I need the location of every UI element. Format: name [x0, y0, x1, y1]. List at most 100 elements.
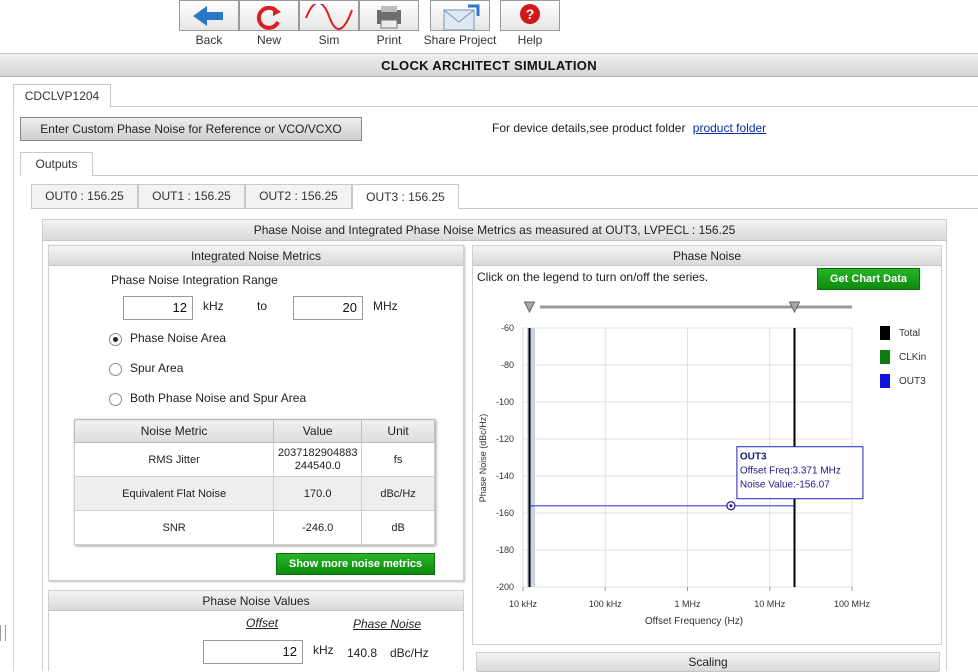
metric-unit: dB [361, 510, 435, 545]
table-header-row: Noise Metric Value Unit [73, 419, 435, 443]
legend-swatch [880, 326, 890, 340]
phase-noise-value: 140.8 [347, 646, 378, 660]
y-tick-label: -120 [496, 434, 514, 444]
scaling-panel: Scaling [476, 652, 940, 672]
left-border [13, 84, 14, 671]
metric-name: Equivalent Flat Noise [73, 476, 275, 511]
device-details-label: For device details,see product folder [492, 121, 686, 135]
custom-phase-noise-button[interactable]: Enter Custom Phase Noise for Reference o… [20, 117, 362, 141]
offset-input[interactable]: 12 [203, 640, 303, 664]
new-button[interactable] [239, 0, 299, 31]
phase-noise-chart-title: Phase Noise [473, 246, 941, 266]
range-from-input[interactable]: 12 [123, 296, 193, 320]
envelope-icon [443, 4, 480, 30]
x-tick-label: 100 MHz [834, 599, 871, 609]
tooltip-noise: Noise Value:-156.07 [740, 480, 830, 491]
tooltip-offset: Offset Freq:3.371 MHz [740, 466, 841, 477]
y-tick-label: -80 [501, 360, 514, 370]
main-panel-title: Phase Noise and Integrated Phase Noise M… [43, 220, 946, 241]
scaling-title: Scaling [477, 653, 939, 672]
radio-both-area-label: Both Phase Noise and Spur Area [130, 391, 307, 405]
radio-both-area[interactable] [109, 393, 122, 406]
resize-handle[interactable] [0, 625, 6, 641]
x-tick-label: 10 kHz [509, 599, 538, 609]
x-axis-label: Offset Frequency (Hz) [645, 616, 743, 627]
help-icon: ? [520, 4, 540, 24]
device-details-text: For device details,see product folder pr… [492, 121, 766, 135]
legend-item-out3[interactable]: OUT3 [880, 374, 926, 388]
radio-spur-area[interactable] [109, 363, 122, 376]
legend-swatch [880, 374, 890, 388]
y-tick-label: -60 [501, 323, 514, 333]
radio-spur-area-label: Spur Area [130, 361, 184, 375]
refresh-icon [256, 6, 281, 30]
y-tick-label: -200 [496, 582, 514, 592]
legend-label: CLKin [899, 352, 926, 363]
tab-out0[interactable]: OUT0 : 156.25 [31, 184, 138, 208]
metric-value-line2: 244540.0 [294, 459, 341, 472]
legend-label: OUT3 [899, 376, 926, 387]
print-label: Print [376, 33, 402, 47]
legend-label: Total [899, 328, 920, 339]
range-to-unit: MHz [373, 299, 398, 313]
phase-noise-values-title: Phase Noise Values [49, 591, 463, 611]
chart-left-band [527, 328, 535, 587]
metric-unit: dBc/Hz [361, 476, 435, 511]
metric-value: -246.0 [273, 510, 363, 545]
metric-name: SNR [73, 510, 275, 545]
out-tabs-line [31, 208, 978, 209]
y-tick-label: -180 [496, 545, 514, 555]
phase-noise-chart: 10 kHz 100 kHz 1 MHz 10 MHz 100 MHz -60 -80 -1… [478, 301, 926, 627]
print-button[interactable] [359, 0, 419, 31]
legend-hint-text: Click on the legend to turn on/off the s… [477, 270, 709, 284]
sine-wave-icon [305, 4, 353, 30]
help-button[interactable]: ? [500, 0, 560, 31]
tooltip-series: OUT3 [740, 452, 767, 463]
device-tab-line [13, 106, 978, 107]
phase-noise-header: Phase Noise [353, 617, 422, 631]
outputs-tab-line [20, 175, 978, 176]
share-project-button[interactable] [430, 0, 490, 31]
header-noise-metric: Noise Metric [73, 419, 275, 443]
back-label: Back [195, 33, 223, 47]
metric-value: 170.0 [273, 476, 363, 511]
table-row: Equivalent Flat Noise 170.0 dBc/Hz [73, 476, 435, 511]
legend-swatch [880, 350, 890, 364]
offset-header: Offset [246, 616, 279, 630]
integration-range-label: Phase Noise Integration Range [111, 273, 278, 287]
integrated-noise-title: Integrated Noise Metrics [49, 246, 463, 266]
header-unit: Unit [361, 419, 435, 443]
page-title: CLOCK ARCHITECT SIMULATION [0, 53, 978, 77]
back-button[interactable] [179, 0, 239, 31]
tab-out2[interactable]: OUT2 : 156.25 [245, 184, 352, 208]
tab-cdclvp1204[interactable]: CDCLVP1204 [13, 84, 111, 107]
tab-out3[interactable]: OUT3 : 156.25 [352, 184, 459, 209]
range-to-input[interactable]: 20 [293, 296, 363, 320]
y-axis-label: Phase Noise (dBc/Hz) [478, 414, 488, 503]
sim-label: Sim [318, 33, 340, 47]
share-project-label: Share Project [423, 33, 497, 47]
sim-button[interactable] [299, 0, 359, 31]
radio-phase-noise-area[interactable] [109, 333, 122, 346]
product-folder-link[interactable]: product folder [693, 121, 766, 135]
radio-phase-noise-area-label: Phase Noise Area [130, 331, 227, 345]
y-tick-label: -140 [496, 471, 514, 481]
offset-unit: kHz [313, 643, 334, 657]
legend-item-total[interactable]: Total [880, 326, 920, 340]
help-label: Help [517, 33, 543, 47]
get-chart-data-button[interactable]: Get Chart Data [817, 268, 920, 290]
new-label: New [256, 33, 281, 47]
range-slider-handle[interactable] [523, 301, 536, 314]
phase-noise-unit: dBc/Hz [390, 646, 429, 660]
noise-metrics-table: Noise Metric Value Unit RMS Jitter 20371… [73, 419, 435, 545]
x-tick-label: 1 MHz [674, 599, 701, 609]
y-tick-label: -100 [496, 397, 514, 407]
show-more-metrics-button[interactable]: Show more noise metrics [276, 553, 435, 575]
x-tick-label: 100 kHz [589, 599, 623, 609]
legend-item-clkin[interactable]: CLKin [880, 350, 926, 364]
table-row: SNR -246.0 dB [73, 510, 435, 545]
metric-value-line1: 2037182904883 [277, 446, 358, 459]
metric-value: 2037182904883 244540.0 [273, 442, 363, 477]
tab-out1[interactable]: OUT1 : 156.25 [138, 184, 245, 208]
tab-outputs[interactable]: Outputs [20, 152, 93, 176]
